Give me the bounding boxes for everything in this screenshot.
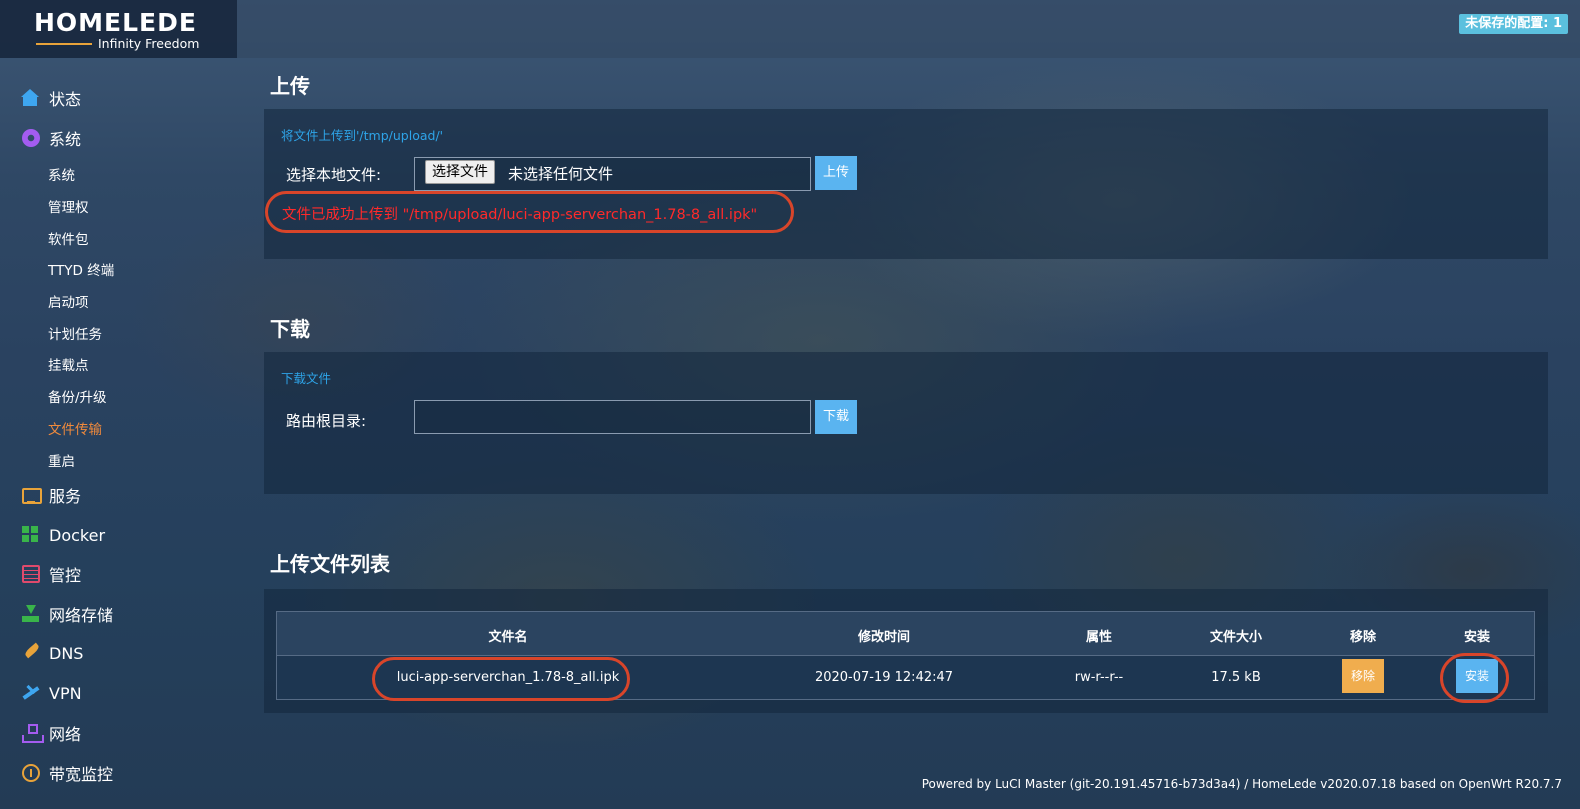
table-row: luci-app-serverchan_1.78-8_all.ipk 2020-… bbox=[276, 656, 1535, 700]
file-mtime-cell: 2020-07-19 12:42:47 bbox=[814, 670, 954, 685]
upload-legend: 将文件上传到'/tmp/upload/' bbox=[281, 128, 444, 143]
download-legend: 下载文件 bbox=[281, 371, 332, 386]
service-icon bbox=[22, 486, 42, 504]
network-icon bbox=[22, 724, 44, 743]
top-header: HOMELEDE Infinity Freedom 未保存的配置: 1 bbox=[0, 0, 1580, 58]
rocket-icon bbox=[22, 644, 40, 662]
sidebar-item-control[interactable]: 管控 bbox=[22, 562, 81, 586]
router-path-input[interactable] bbox=[414, 400, 811, 434]
col-filename: 文件名 bbox=[488, 630, 528, 645]
table-header: 文件名 修改时间 属性 文件大小 移除 安装 bbox=[276, 611, 1535, 656]
plane-icon bbox=[22, 684, 40, 702]
sidebar-item-label: Docker bbox=[49, 525, 106, 545]
upload-success-message: 文件已成功上传到 "/tmp/upload/luci-app-servercha… bbox=[282, 207, 758, 223]
unsaved-config-badge[interactable]: 未保存的配置: 1 bbox=[1459, 14, 1568, 34]
file-input[interactable]: 选择文件 未选择任何文件 bbox=[414, 157, 811, 191]
logo-text: HOMELEDE bbox=[34, 8, 197, 37]
sidebar-item-label: 网络 bbox=[49, 725, 82, 744]
control-icon bbox=[22, 565, 40, 583]
sidebar-item-services[interactable]: 服务 bbox=[22, 483, 81, 507]
sidebar-item-status[interactable]: 状态 bbox=[21, 86, 82, 110]
sidebar-subitem-reboot[interactable]: 重启 bbox=[48, 450, 75, 470]
sidebar-item-system[interactable]: 系统 bbox=[22, 126, 81, 150]
home-icon bbox=[21, 89, 40, 107]
file-name-cell: luci-app-serverchan_1.78-8_all.ipk bbox=[396, 670, 620, 685]
remove-button[interactable]: 移除 bbox=[1342, 659, 1384, 693]
logo-underline bbox=[36, 43, 92, 45]
sidebar-subitem-startup[interactable]: 启动项 bbox=[48, 291, 89, 311]
footer-text: Powered by LuCI Master (git-20.191.45716… bbox=[921, 777, 1562, 791]
sidebar-item-label: 系统 bbox=[49, 130, 82, 149]
local-file-label: 选择本地文件: bbox=[286, 166, 382, 184]
sidebar-item-vpn[interactable]: VPN bbox=[22, 681, 82, 705]
sidebar-subitem-admin[interactable]: 管理权 bbox=[48, 196, 89, 216]
file-list-title: 上传文件列表 bbox=[270, 552, 390, 576]
col-mtime: 修改时间 bbox=[857, 630, 911, 645]
sidebar-subitem-packages[interactable]: 软件包 bbox=[48, 228, 89, 248]
sidebar-item-label: 带宽监控 bbox=[49, 765, 114, 784]
choose-file-button[interactable]: 选择文件 bbox=[425, 160, 495, 184]
col-remove: 移除 bbox=[1349, 630, 1377, 645]
col-attr: 属性 bbox=[1085, 630, 1113, 645]
no-file-text: 未选择任何文件 bbox=[508, 165, 614, 183]
sidebar-item-nas[interactable]: 网络存储 bbox=[22, 602, 113, 626]
sidebar-item-label: 管控 bbox=[49, 566, 82, 585]
install-button[interactable]: 安装 bbox=[1456, 659, 1498, 693]
sidebar-item-network[interactable]: 网络 bbox=[22, 721, 81, 745]
sidebar-item-label: DNS bbox=[49, 643, 84, 663]
sidebar-item-dns[interactable]: DNS bbox=[22, 641, 83, 665]
sidebar-subitem-filetransfer[interactable]: 文件传输 bbox=[48, 418, 102, 438]
router-root-label: 路由根目录: bbox=[286, 412, 367, 430]
download-icon bbox=[22, 605, 40, 623]
col-install: 安装 bbox=[1463, 630, 1491, 645]
docker-icon bbox=[22, 526, 40, 544]
logo-subtitle: Infinity Freedom bbox=[98, 36, 200, 51]
sidebar-item-docker[interactable]: Docker bbox=[22, 523, 105, 547]
col-size: 文件大小 bbox=[1209, 630, 1263, 645]
sidebar-subitem-backup[interactable]: 备份/升级 bbox=[48, 386, 107, 406]
gear-icon bbox=[22, 129, 40, 147]
upload-section-title: 上传 bbox=[270, 74, 310, 98]
sidebar-item-label: 服务 bbox=[49, 487, 82, 506]
sidebar-subitem-mounts[interactable]: 挂载点 bbox=[48, 354, 89, 374]
download-button[interactable]: 下载 bbox=[815, 400, 857, 434]
file-table: 文件名 修改时间 属性 文件大小 移除 安装 luci-app-serverch… bbox=[276, 611, 1535, 700]
sidebar-subitem-ttyd[interactable]: TTYD 终端 bbox=[48, 259, 114, 279]
sidebar-item-label: 网络存储 bbox=[49, 606, 114, 625]
sidebar: 状态 系统 系统 管理权 软件包 TTYD 终端 启动项 计划任务 挂载点 备份… bbox=[0, 58, 237, 809]
upload-button[interactable]: 上传 bbox=[815, 156, 857, 190]
file-attr-cell: rw-r--r-- bbox=[1074, 670, 1124, 685]
sidebar-subitem-system[interactable]: 系统 bbox=[48, 164, 75, 184]
logo[interactable]: HOMELEDE Infinity Freedom bbox=[0, 0, 237, 58]
info-icon bbox=[22, 764, 40, 782]
file-size-cell: 17.5 kB bbox=[1211, 670, 1261, 685]
sidebar-item-bandwidth[interactable]: 带宽监控 bbox=[22, 761, 113, 785]
sidebar-subitem-crontab[interactable]: 计划任务 bbox=[48, 323, 102, 343]
download-section-title: 下载 bbox=[270, 317, 310, 341]
sidebar-item-label: 状态 bbox=[49, 90, 82, 109]
sidebar-item-label: VPN bbox=[49, 683, 82, 703]
